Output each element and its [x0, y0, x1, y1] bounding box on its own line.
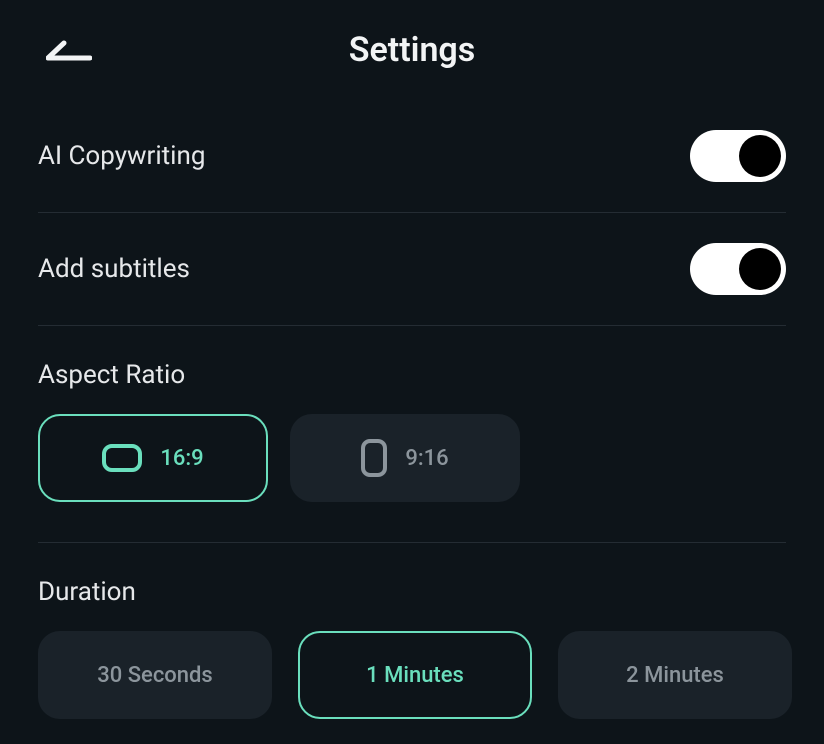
- duration-option-30s[interactable]: 30 Seconds: [38, 631, 272, 719]
- duration-option-2m[interactable]: 2 Minutes: [558, 631, 792, 719]
- option-label: 9:16: [405, 446, 448, 471]
- toggle-knob: [739, 135, 781, 177]
- add-subtitles-label: Add subtitles: [38, 254, 190, 284]
- back-button[interactable]: [44, 36, 94, 66]
- page-title: Settings: [349, 30, 476, 70]
- option-label: 2 Minutes: [626, 663, 724, 688]
- portrait-icon: [361, 439, 387, 477]
- ai-copywriting-toggle[interactable]: [690, 130, 786, 182]
- back-icon: [46, 40, 92, 62]
- row-add-subtitles: Add subtitles: [38, 213, 786, 325]
- divider: [38, 542, 786, 543]
- aspect-ratio-option-9-16[interactable]: 9:16: [290, 414, 520, 502]
- divider: [38, 325, 786, 326]
- duration-title: Duration: [38, 577, 786, 607]
- ai-copywriting-label: AI Copywriting: [38, 141, 205, 171]
- landscape-icon: [102, 444, 142, 472]
- option-label: 1 Minutes: [366, 663, 464, 688]
- aspect-ratio-title: Aspect Ratio: [38, 360, 786, 390]
- duration-options: 30 Seconds 1 Minutes 2 Minutes: [38, 631, 786, 719]
- aspect-ratio-option-16-9[interactable]: 16:9: [38, 414, 268, 502]
- row-ai-copywriting: AI Copywriting: [38, 100, 786, 212]
- option-label: 30 Seconds: [97, 663, 213, 688]
- add-subtitles-toggle[interactable]: [690, 243, 786, 295]
- toggle-knob: [739, 248, 781, 290]
- option-label: 16:9: [160, 446, 203, 471]
- aspect-ratio-options: 16:9 9:16: [38, 414, 786, 502]
- duration-option-1m[interactable]: 1 Minutes: [298, 631, 532, 719]
- header: Settings: [0, 0, 824, 100]
